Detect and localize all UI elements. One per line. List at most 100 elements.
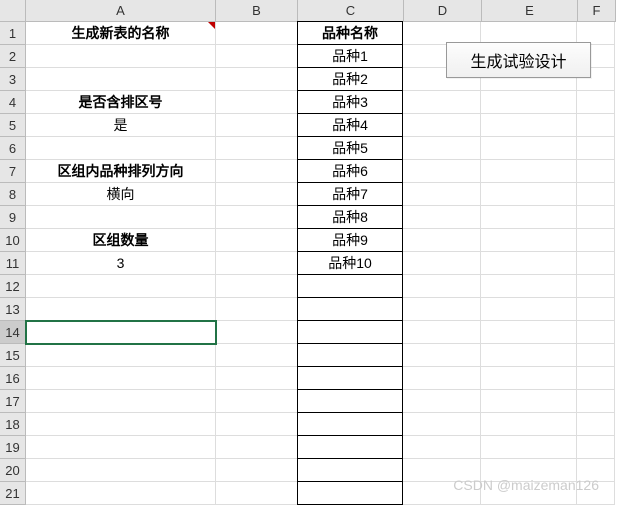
cell-F15[interactable] (577, 344, 615, 367)
cell-A19[interactable] (26, 436, 216, 459)
cell-E10[interactable] (481, 229, 577, 252)
cell-A5[interactable]: 是 (26, 114, 216, 137)
cell-F8[interactable] (577, 183, 615, 206)
cell-B2[interactable] (216, 45, 298, 68)
cell-C20[interactable] (297, 458, 403, 482)
cell-C17[interactable] (297, 389, 403, 413)
row-header-8[interactable]: 8 (0, 183, 26, 206)
row-header-5[interactable]: 5 (0, 114, 26, 137)
cell-E4[interactable] (481, 91, 577, 114)
cell-B1[interactable] (216, 22, 298, 45)
cell-C6[interactable]: 品种5 (297, 136, 403, 160)
cell-C12[interactable] (297, 274, 403, 298)
row-header-17[interactable]: 17 (0, 390, 26, 413)
cell-F18[interactable] (577, 413, 615, 436)
cell-C18[interactable] (297, 412, 403, 436)
cell-A6[interactable] (26, 137, 216, 160)
row-header-18[interactable]: 18 (0, 413, 26, 436)
cell-D4[interactable] (403, 91, 481, 114)
cell-B21[interactable] (216, 482, 298, 505)
cell-D6[interactable] (403, 137, 481, 160)
cell-D12[interactable] (403, 275, 481, 298)
cell-A7[interactable]: 区组内品种排列方向 (26, 160, 216, 183)
cell-F17[interactable] (577, 390, 615, 413)
cell-F9[interactable] (577, 206, 615, 229)
cell-D5[interactable] (403, 114, 481, 137)
row-header-20[interactable]: 20 (0, 459, 26, 482)
cell-B10[interactable] (216, 229, 298, 252)
cell-D8[interactable] (403, 183, 481, 206)
cell-C16[interactable] (297, 366, 403, 390)
cell-F4[interactable] (577, 91, 615, 114)
row-header-10[interactable]: 10 (0, 229, 26, 252)
cell-A21[interactable] (26, 482, 216, 505)
cell-C14[interactable] (297, 320, 403, 344)
cell-B9[interactable] (216, 206, 298, 229)
row-header-16[interactable]: 16 (0, 367, 26, 390)
cell-D10[interactable] (403, 229, 481, 252)
cell-B6[interactable] (216, 137, 298, 160)
cell-F14[interactable] (577, 321, 615, 344)
cell-D18[interactable] (403, 413, 481, 436)
cell-A10[interactable]: 区组数量 (26, 229, 216, 252)
row-header-9[interactable]: 9 (0, 206, 26, 229)
row-header-19[interactable]: 19 (0, 436, 26, 459)
row-header-2[interactable]: 2 (0, 45, 26, 68)
cell-C3[interactable]: 品种2 (297, 67, 403, 91)
cell-E14[interactable] (481, 321, 577, 344)
cell-A20[interactable] (26, 459, 216, 482)
cell-B4[interactable] (216, 91, 298, 114)
cell-A15[interactable] (26, 344, 216, 367)
cell-B20[interactable] (216, 459, 298, 482)
cell-E11[interactable] (481, 252, 577, 275)
cell-A4[interactable]: 是否含排区号 (26, 91, 216, 114)
row-header-21[interactable]: 21 (0, 482, 26, 505)
cell-F7[interactable] (577, 160, 615, 183)
cell-C7[interactable]: 品种6 (297, 159, 403, 183)
cell-B18[interactable] (216, 413, 298, 436)
cell-E6[interactable] (481, 137, 577, 160)
cell-B7[interactable] (216, 160, 298, 183)
cell-B11[interactable] (216, 252, 298, 275)
cell-F6[interactable] (577, 137, 615, 160)
cell-F10[interactable] (577, 229, 615, 252)
cell-A13[interactable] (26, 298, 216, 321)
row-header-13[interactable]: 13 (0, 298, 26, 321)
cell-A17[interactable] (26, 390, 216, 413)
cell-B12[interactable] (216, 275, 298, 298)
cell-B15[interactable] (216, 344, 298, 367)
cell-E17[interactable] (481, 390, 577, 413)
cell-F5[interactable] (577, 114, 615, 137)
cell-D13[interactable] (403, 298, 481, 321)
cell-D7[interactable] (403, 160, 481, 183)
cell-A3[interactable] (26, 68, 216, 91)
cell-F16[interactable] (577, 367, 615, 390)
row-header-11[interactable]: 11 (0, 252, 26, 275)
cell-E13[interactable] (481, 298, 577, 321)
comment-icon[interactable] (208, 22, 215, 29)
cell-D17[interactable] (403, 390, 481, 413)
cell-D14[interactable] (403, 321, 481, 344)
cell-D16[interactable] (403, 367, 481, 390)
cell-B14[interactable] (216, 321, 298, 344)
cell-E7[interactable] (481, 160, 577, 183)
cell-B19[interactable] (216, 436, 298, 459)
row-header-1[interactable]: 1 (0, 22, 26, 45)
cell-C13[interactable] (297, 297, 403, 321)
cell-E18[interactable] (481, 413, 577, 436)
cell-B16[interactable] (216, 367, 298, 390)
cell-A8[interactable]: 横向 (26, 183, 216, 206)
row-header-14[interactable]: 14 (0, 321, 26, 344)
cell-E9[interactable] (481, 206, 577, 229)
row-header-12[interactable]: 12 (0, 275, 26, 298)
cell-B17[interactable] (216, 390, 298, 413)
cell-A9[interactable] (26, 206, 216, 229)
cell-A16[interactable] (26, 367, 216, 390)
cell-C2[interactable]: 品种1 (297, 44, 403, 68)
cell-A12[interactable] (26, 275, 216, 298)
col-header-E[interactable]: E (482, 0, 578, 22)
col-header-A[interactable]: A (26, 0, 216, 22)
cell-E12[interactable] (481, 275, 577, 298)
cell-C8[interactable]: 品种7 (297, 182, 403, 206)
cell-C4[interactable]: 品种3 (297, 90, 403, 114)
